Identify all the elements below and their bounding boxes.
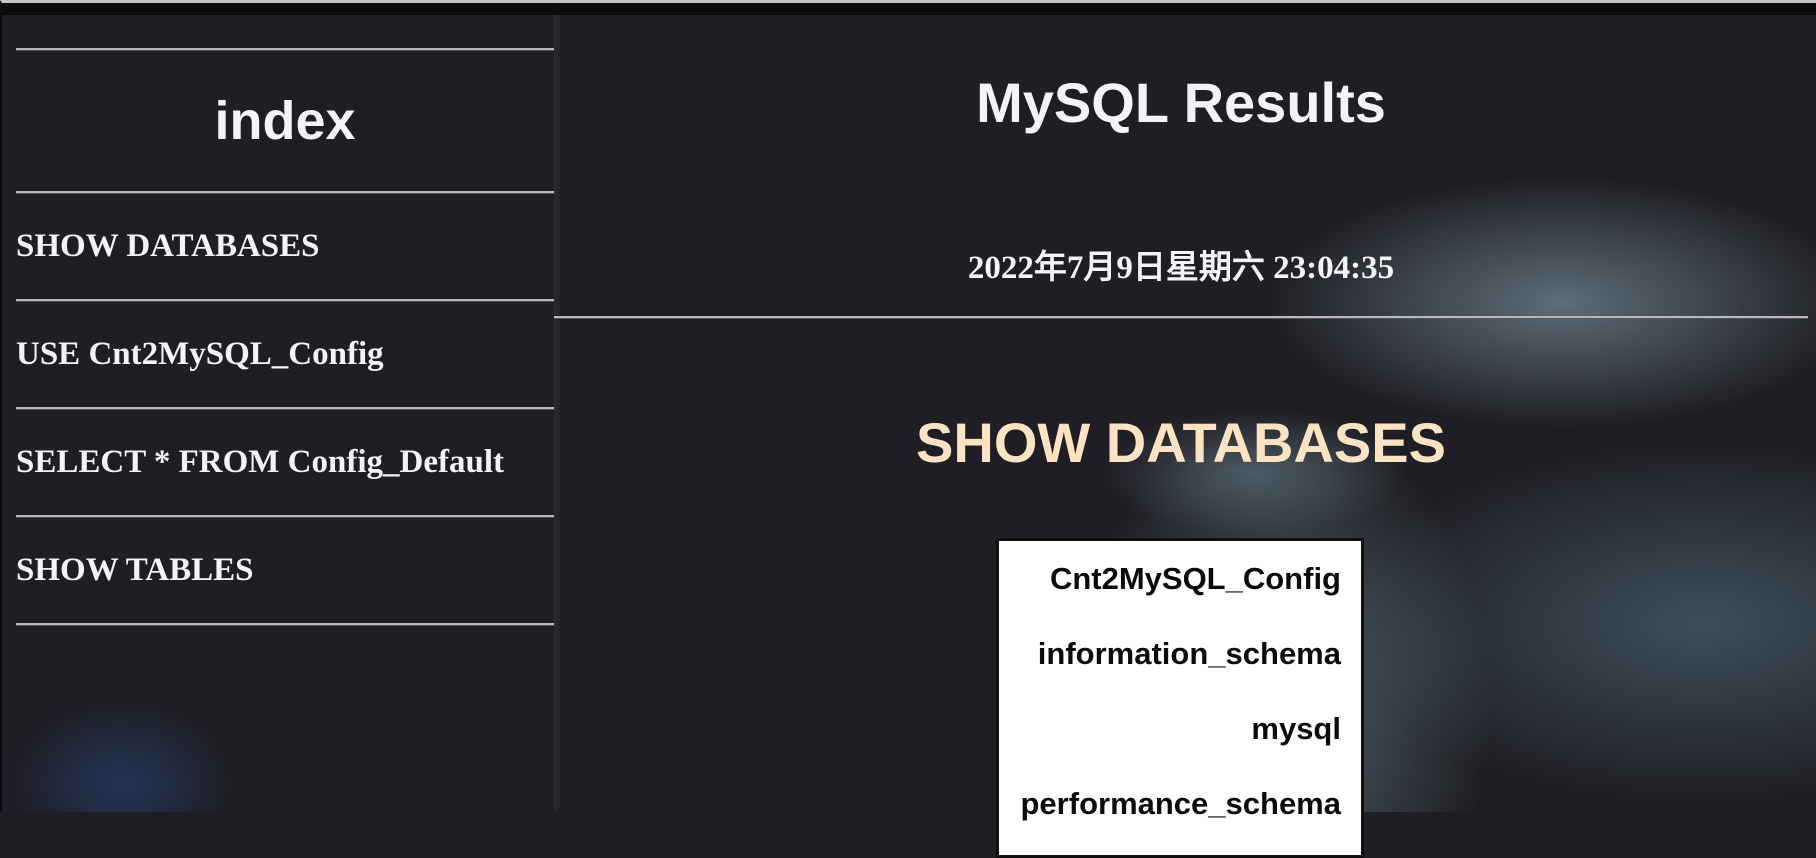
table-row: mysql (1251, 710, 1341, 746)
table-row: information_schema (1037, 635, 1341, 671)
top-bar (0, 3, 1816, 15)
sidebar-item-select-config-default[interactable]: SELECT * FROM Config_Default (16, 410, 554, 515)
timestamp: 2022年7月9日星期六 23:04:35 (967, 250, 1395, 286)
sidebar-title: index (214, 91, 356, 151)
table-row: Cnt2MySQL_Config (1049, 560, 1341, 596)
sidebar: index SHOW DATABASES USE Cnt2MySQL_Confi… (16, 48, 554, 626)
sidebar-item-show-databases[interactable]: SHOW DATABASES (16, 194, 554, 299)
header-divider (554, 316, 1808, 319)
table-row: performance_schema (1020, 785, 1342, 821)
page-title: MySQL Results (976, 71, 1386, 134)
sidebar-divider (16, 623, 554, 626)
sidebar-item-show-tables[interactable]: SHOW TABLES (16, 518, 554, 623)
sidebar-item-use-config[interactable]: USE Cnt2MySQL_Config (16, 302, 554, 407)
results-table: Cnt2MySQL_Config information_schema mysq… (996, 538, 1364, 858)
query-title: SHOW DATABASES (916, 411, 1446, 474)
